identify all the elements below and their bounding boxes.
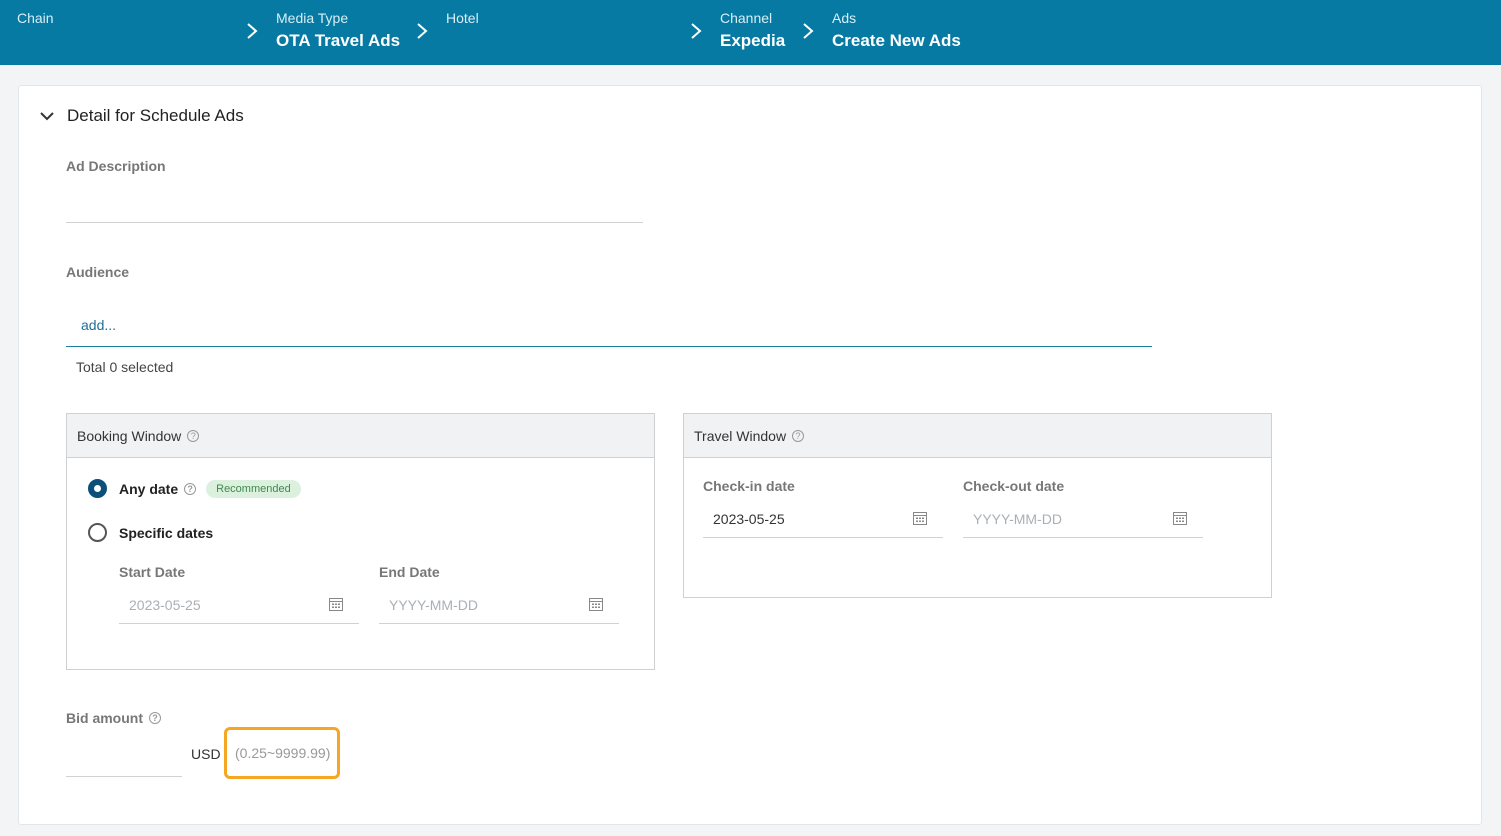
breadcrumb-chain[interactable]: Chain (17, 10, 54, 26)
start-date-label: Start Date (119, 564, 186, 580)
question-circle-icon[interactable]: ? (149, 712, 161, 724)
start-date-field[interactable]: 2023-05-25 (119, 584, 359, 624)
ad-description-label: Ad Description (66, 158, 166, 174)
question-circle-icon[interactable]: ? (187, 429, 200, 442)
radio-button-checked[interactable] (88, 479, 107, 498)
question-circle-icon[interactable]: ? (792, 429, 805, 442)
breadcrumb-ads-value: Create New Ads (832, 31, 961, 50)
checkin-date-field[interactable]: 2023-05-25 (703, 498, 943, 538)
booking-window-title: Booking Window (77, 427, 182, 444)
bid-range-text: (0.25~9999.99) (235, 745, 331, 761)
audience-add-link[interactable]: add... (81, 317, 116, 333)
breadcrumb-channel[interactable]: Channel Expedia (720, 10, 785, 50)
any-date-label: Any date (119, 480, 179, 497)
breadcrumb-ads-label: Ads (832, 10, 857, 26)
ad-description-input[interactable] (66, 190, 643, 223)
breadcrumb-ads[interactable]: Ads Create New Ads (832, 10, 961, 50)
radio-button-unchecked[interactable] (88, 523, 107, 542)
breadcrumb-hotel-label: Hotel (446, 10, 479, 26)
checkout-date-field[interactable]: YYYY-MM-DD (963, 498, 1203, 538)
breadcrumb-hotel[interactable]: Hotel (446, 10, 479, 26)
end-date-placeholder: YYYY-MM-DD (389, 597, 478, 613)
chevron-right-icon (243, 22, 261, 40)
radio-any-date[interactable]: Any date ? Recommended (88, 479, 301, 498)
breadcrumb-channel-value: Expedia (720, 31, 786, 50)
calendar-icon[interactable] (588, 596, 604, 612)
breadcrumb-channel-label: Channel (720, 10, 773, 26)
audience-total-selected: Total 0 selected (76, 359, 174, 375)
booking-window-header: Booking Window ? (67, 414, 654, 458)
recommended-badge: Recommended (206, 479, 301, 498)
question-circle-icon[interactable]: ? (184, 482, 197, 495)
bid-amount-label-row: Bid amount ? (66, 710, 161, 726)
bid-range-highlight: (0.25~9999.99) (224, 727, 340, 779)
bid-currency: USD (191, 746, 221, 762)
checkout-date-placeholder: YYYY-MM-DD (973, 511, 1062, 527)
bid-amount-label: Bid amount (66, 710, 143, 726)
breadcrumb-chain-label: Chain (17, 10, 54, 26)
radio-specific-dates[interactable]: Specific dates (88, 523, 213, 542)
chevron-down-icon (37, 106, 57, 126)
specific-dates-label: Specific dates (119, 524, 214, 541)
breadcrumb-media-type-value: OTA Travel Ads (276, 31, 401, 50)
audience-input[interactable]: add... (66, 302, 1152, 347)
section-title: Detail for Schedule Ads (67, 106, 244, 125)
travel-window-header: Travel Window ? (684, 414, 1271, 458)
chevron-right-icon (799, 22, 817, 40)
audience-label: Audience (66, 264, 130, 280)
checkout-date-label: Check-out date (963, 478, 1065, 494)
schedule-ads-card: Detail for Schedule Ads Ad Description A… (18, 85, 1482, 825)
bid-amount-input[interactable] (66, 737, 182, 777)
end-date-field[interactable]: YYYY-MM-DD (379, 584, 619, 624)
travel-window-title: Travel Window (694, 427, 787, 444)
checkin-date-value: 2023-05-25 (713, 511, 785, 527)
chevron-right-icon (413, 22, 431, 40)
end-date-label: End Date (379, 564, 440, 580)
breadcrumb-media-type[interactable]: Media Type OTA Travel Ads (276, 10, 400, 50)
breadcrumb-media-type-label: Media Type (276, 10, 349, 26)
section-toggle[interactable]: Detail for Schedule Ads (37, 106, 244, 126)
breadcrumb-bar: Chain Media Type OTA Travel Ads Hotel Ch… (0, 0, 1501, 65)
calendar-icon[interactable] (1172, 510, 1188, 526)
booking-window-panel: Booking Window ? Any date ? Recommended … (66, 413, 655, 670)
start-date-value: 2023-05-25 (129, 597, 201, 613)
travel-window-panel: Travel Window ? Check-in date 2023-05-25… (683, 413, 1272, 598)
calendar-icon[interactable] (912, 510, 928, 526)
checkin-date-label: Check-in date (703, 478, 795, 494)
calendar-icon[interactable] (328, 596, 344, 612)
chevron-right-icon (687, 22, 705, 40)
